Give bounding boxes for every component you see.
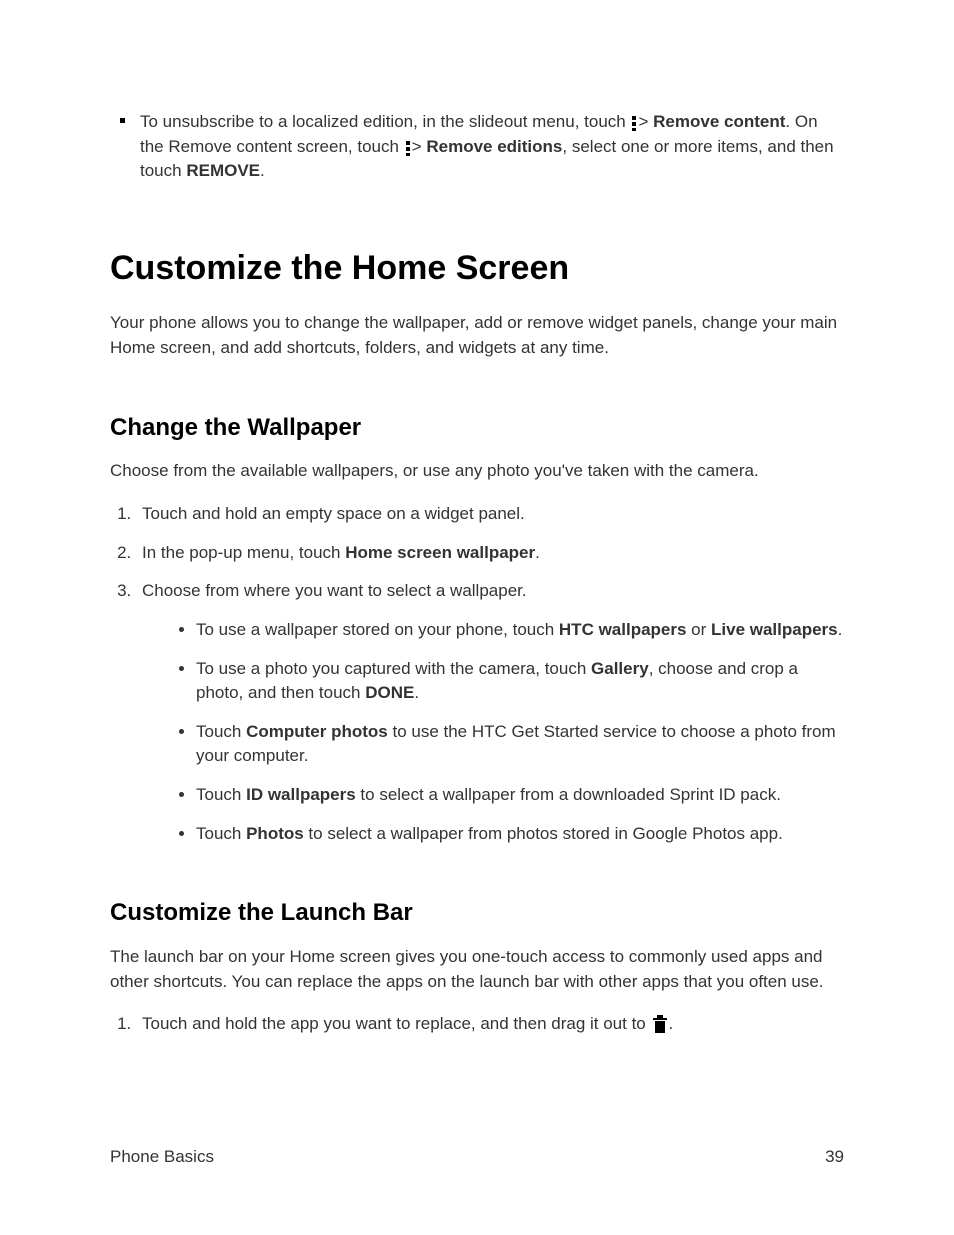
text: Gallery [591, 659, 649, 678]
footer-section-title: Phone Basics [110, 1145, 214, 1170]
text: Choose from where you want to select a w… [142, 581, 527, 600]
text: to select a wallpaper from photos stored… [304, 824, 783, 843]
paragraph: The launch bar on your Home screen gives… [110, 945, 844, 994]
text: To unsubscribe to a localized edition, i… [140, 112, 626, 131]
text: . [414, 683, 419, 702]
text: DONE [365, 683, 414, 702]
text: To use a photo you captured with the cam… [196, 659, 591, 678]
text: Touch [196, 722, 246, 741]
text: Live wallpapers [711, 620, 838, 639]
text: In the pop-up menu, touch [142, 543, 345, 562]
step: Touch and hold an empty space on a widge… [136, 502, 844, 527]
list-item: Touch Photos to select a wallpaper from … [196, 822, 844, 847]
text: . [535, 543, 540, 562]
overflow-menu-icon [632, 116, 636, 131]
text: > [412, 137, 422, 156]
text: REMOVE [186, 161, 260, 180]
step: In the pop-up menu, touch Home screen wa… [136, 541, 844, 566]
text: Computer photos [246, 722, 388, 741]
text: Touch and hold the app you want to repla… [142, 1014, 650, 1033]
list-item: Touch Computer photos to use the HTC Get… [196, 720, 844, 769]
text: or [686, 620, 711, 639]
text: To use a wallpaper stored on your phone,… [196, 620, 559, 639]
text: Touch [196, 824, 246, 843]
text: > [638, 112, 648, 131]
text: Photos [246, 824, 304, 843]
step: Touch and hold the app you want to repla… [136, 1012, 844, 1037]
text: . [668, 1014, 673, 1033]
heading-change-wallpaper: Change the Wallpaper [110, 411, 844, 446]
text: Touch [196, 785, 246, 804]
list-item: To use a photo you captured with the cam… [196, 657, 844, 706]
paragraph: Your phone allows you to change the wall… [110, 311, 844, 360]
text: Remove editions [426, 137, 562, 156]
paragraph: Choose from the available wallpapers, or… [110, 459, 844, 484]
overflow-menu-icon [406, 141, 410, 156]
text: Home screen wallpaper [345, 543, 535, 562]
text: Touch and hold an empty space on a widge… [142, 504, 525, 523]
text: Remove content [653, 112, 785, 131]
text: HTC wallpapers [559, 620, 687, 639]
page-number: 39 [825, 1145, 844, 1170]
trash-icon [654, 1018, 666, 1033]
text: . [260, 161, 265, 180]
heading-customize-launch-bar: Customize the Launch Bar [110, 896, 844, 931]
text: ID wallpapers [246, 785, 356, 804]
list-item: Touch ID wallpapers to select a wallpape… [196, 783, 844, 808]
text: to select a wallpaper from a downloaded … [356, 785, 781, 804]
unsubscribe-bullet: To unsubscribe to a localized edition, i… [140, 110, 844, 184]
text: . [838, 620, 843, 639]
step: Choose from where you want to select a w… [136, 579, 844, 846]
list-item: To use a wallpaper stored on your phone,… [196, 618, 844, 643]
heading-customize-home-screen: Customize the Home Screen [110, 244, 844, 293]
